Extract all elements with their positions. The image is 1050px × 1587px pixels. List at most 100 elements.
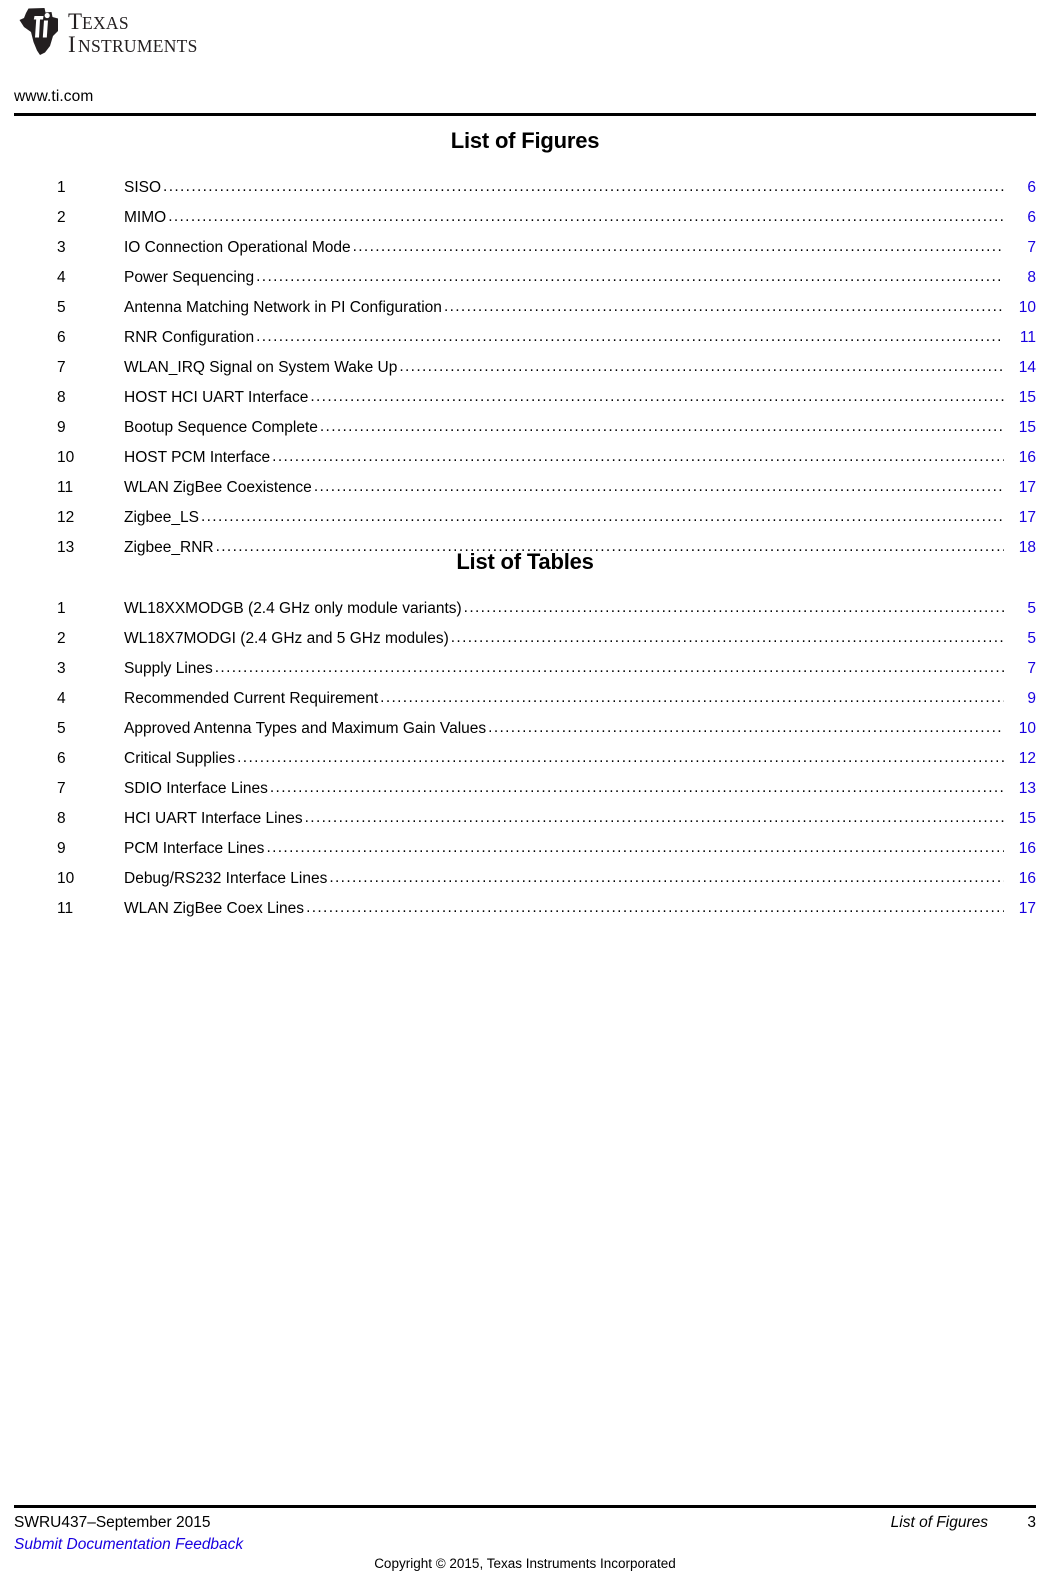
- figure-toc-row[interactable]: 5 Antenna Matching Network in PI Configur…: [0, 293, 1050, 323]
- entry-body: WL18X7MODGI (2.4 GHz and 5 GHz modules).…: [124, 624, 1036, 654]
- entry-page-number[interactable]: 16: [1010, 864, 1036, 894]
- entry-page-number[interactable]: 17: [1010, 473, 1036, 503]
- figure-toc-row[interactable]: 1 SISO...................................…: [0, 173, 1050, 203]
- figure-toc-row[interactable]: 3 IO Connection Operational Mode.........…: [0, 233, 1050, 263]
- entry-page-number[interactable]: 6: [1010, 173, 1036, 203]
- entry-label: Power Sequencing: [124, 269, 255, 286]
- submit-documentation-feedback-link[interactable]: Submit Documentation Feedback: [14, 1536, 243, 1554]
- figure-toc-row[interactable]: 10 HOST PCM Interface....................…: [0, 443, 1050, 473]
- entry-body: WLAN_IRQ Signal on System Wake Up.......…: [124, 353, 1036, 383]
- entry-page-number[interactable]: 5: [1010, 624, 1036, 654]
- entry-page-number[interactable]: 13: [1010, 774, 1036, 804]
- entry-body: WLAN ZigBee Coex Lines..................…: [124, 894, 1036, 924]
- table-toc-row[interactable]: 11 WLAN ZigBee Coex Lines................…: [0, 894, 1050, 924]
- entry-label: Approved Antenna Types and Maximum Gain …: [124, 720, 487, 737]
- leader-dots: ........................................…: [237, 749, 1004, 766]
- entry-page-number[interactable]: 14: [1010, 353, 1036, 383]
- leader-dots: ........................................…: [352, 238, 1004, 255]
- figure-toc-row[interactable]: 6 RNR Configuration......................…: [0, 323, 1050, 353]
- leader-dots: ........................................…: [269, 779, 1004, 796]
- page-header: T EXAS I NSTRUMENTS www.ti.com: [0, 0, 1050, 118]
- entry-page-number[interactable]: 5: [1010, 594, 1036, 624]
- table-toc-row[interactable]: 8 HCI UART Interface Lines...............…: [0, 804, 1050, 834]
- entry-body: Supply Lines............................…: [124, 654, 1036, 684]
- entry-label: Supply Lines: [124, 660, 213, 677]
- entry-body: SDIO Interface Lines....................…: [124, 774, 1036, 804]
- entry-page-number[interactable]: 16: [1010, 834, 1036, 864]
- entry-label: WLAN ZigBee Coexistence: [124, 479, 312, 496]
- entry-page-number[interactable]: 7: [1010, 654, 1036, 684]
- leader-dots: ........................................…: [450, 629, 1004, 646]
- leader-dots: ........................................…: [488, 719, 1004, 736]
- entry-page-number[interactable]: 17: [1010, 894, 1036, 924]
- entry-number: 6: [57, 329, 66, 346]
- entry-label: WLAN ZigBee Coex Lines: [124, 900, 305, 917]
- entry-body: HOST HCI UART Interface.................…: [124, 383, 1036, 413]
- svg-text:EXAS: EXAS: [82, 13, 129, 33]
- table-toc-row[interactable]: 9 PCM Interface Lines....................…: [0, 834, 1050, 864]
- table-toc-row[interactable]: 7 SDIO Interface Lines...................…: [0, 774, 1050, 804]
- entry-body: SISO....................................…: [124, 173, 1036, 203]
- svg-text:T: T: [68, 9, 82, 34]
- entry-page-number[interactable]: 10: [1010, 714, 1036, 744]
- entry-label: PCM Interface Lines: [124, 840, 265, 857]
- entry-label: IO Connection Operational Mode: [124, 239, 351, 256]
- list-of-tables-entries: 1 WL18XXMODGB (2.4 GHz only module varian…: [0, 594, 1050, 924]
- entry-label: HOST PCM Interface: [124, 449, 271, 466]
- table-toc-row[interactable]: 6 Critical Supplies......................…: [0, 744, 1050, 774]
- entry-number: 11: [57, 479, 74, 496]
- leader-dots: ........................................…: [443, 298, 1004, 315]
- entry-page-number[interactable]: 9: [1010, 684, 1036, 714]
- entry-page-number[interactable]: 17: [1010, 503, 1036, 533]
- entry-page-number[interactable]: 16: [1010, 443, 1036, 473]
- entry-body: Antenna Matching Network in PI Configura…: [124, 293, 1036, 323]
- entry-page-number[interactable]: 8: [1010, 263, 1036, 293]
- entry-page-number[interactable]: 7: [1010, 233, 1036, 263]
- entry-body: HCI UART Interface Lines................…: [124, 804, 1036, 834]
- entry-page-number[interactable]: 15: [1010, 413, 1036, 443]
- texas-instruments-logo: T EXAS I NSTRUMENTS: [18, 6, 218, 58]
- figure-toc-row[interactable]: 8 HOST HCI UART Interface................…: [0, 383, 1050, 413]
- table-toc-row[interactable]: 10 Debug/RS232 Interface Lines...........…: [0, 864, 1050, 894]
- page-footer: SWRU437–September 2015 Submit Documentat…: [0, 1505, 1050, 1587]
- entry-body: Zigbee_LS...............................…: [124, 503, 1036, 533]
- entry-body: HOST PCM Interface......................…: [124, 443, 1036, 473]
- entry-label: Bootup Sequence Complete: [124, 419, 318, 436]
- entry-number: 4: [57, 690, 66, 707]
- figure-toc-row[interactable]: 7 WLAN_IRQ Signal on System Wake Up......…: [0, 353, 1050, 383]
- list-of-figures-heading: List of Figures: [450, 128, 600, 153]
- figure-toc-row[interactable]: 11 WLAN ZigBee Coexistence...............…: [0, 473, 1050, 503]
- table-toc-row[interactable]: 2 WL18X7MODGI (2.4 GHz and 5 GHz modules)…: [0, 624, 1050, 654]
- entry-page-number[interactable]: 15: [1010, 804, 1036, 834]
- entry-body: WL18XXMODGB (2.4 GHz only module variant…: [124, 594, 1036, 624]
- entry-page-number[interactable]: 11: [1010, 323, 1036, 353]
- figure-toc-row[interactable]: 9 Bootup Sequence Complete...............…: [0, 413, 1050, 443]
- entry-number: 8: [57, 810, 66, 827]
- table-toc-row[interactable]: 5 Approved Antenna Types and Maximum Gain…: [0, 714, 1050, 744]
- table-toc-row[interactable]: 1 WL18XXMODGB (2.4 GHz only module varian…: [0, 594, 1050, 624]
- footer-divider-rule: [14, 1505, 1036, 1508]
- entry-body: Power Sequencing........................…: [124, 263, 1036, 293]
- table-toc-row[interactable]: 3 Supply Lines...........................…: [0, 654, 1050, 684]
- footer-copyright: Copyright © 2015, Texas Instruments Inco…: [374, 1556, 676, 1571]
- entry-page-number[interactable]: 6: [1010, 203, 1036, 233]
- leader-dots: ........................................…: [306, 899, 1004, 916]
- entry-body: WLAN ZigBee Coexistence.................…: [124, 473, 1036, 503]
- entry-page-number[interactable]: 12: [1010, 744, 1036, 774]
- entry-page-number[interactable]: 10: [1010, 293, 1036, 323]
- entry-number: 7: [57, 359, 66, 376]
- table-toc-row[interactable]: 4 Recommended Current Requirement........…: [0, 684, 1050, 714]
- figure-toc-row[interactable]: 4 Power Sequencing.......................…: [0, 263, 1050, 293]
- figure-toc-row[interactable]: 2 MIMO...................................…: [0, 203, 1050, 233]
- entry-number: 10: [57, 870, 75, 887]
- footer-document-id: SWRU437–September 2015: [14, 1514, 211, 1531]
- leader-dots: ........................................…: [463, 599, 1004, 616]
- svg-text:NSTRUMENTS: NSTRUMENTS: [78, 36, 198, 56]
- entry-label: MIMO: [124, 209, 167, 226]
- entry-number: 1: [57, 179, 66, 196]
- leader-dots: ........................................…: [214, 659, 1004, 676]
- leader-dots: ........................................…: [200, 508, 1004, 525]
- entry-number: 5: [57, 720, 66, 737]
- figure-toc-row[interactable]: 12 Zigbee_LS.............................…: [0, 503, 1050, 533]
- entry-page-number[interactable]: 15: [1010, 383, 1036, 413]
